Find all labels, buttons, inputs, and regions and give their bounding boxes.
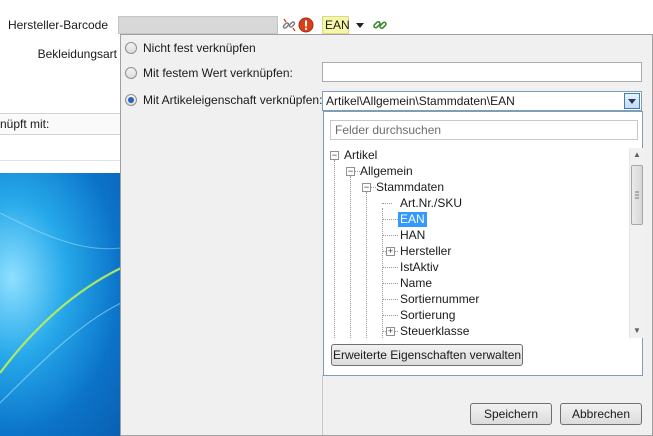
property-combo[interactable]: Artikel\Allgemein\Stammdaten\EAN xyxy=(322,91,642,111)
tree-node[interactable]: HAN xyxy=(400,228,425,243)
radio-fixed-value[interactable]: Mit festem Wert verknüpfen: xyxy=(125,65,293,81)
save-button[interactable]: Speichern xyxy=(470,403,552,425)
barcode-label: Hersteller-Barcode xyxy=(7,18,108,32)
tree-line xyxy=(350,176,351,338)
fixed-value-input[interactable] xyxy=(322,62,642,82)
manage-properties-button[interactable]: Erweiterte Eigenschaften verwalten xyxy=(331,344,523,366)
tree-line xyxy=(334,160,335,338)
expand-icon[interactable]: + xyxy=(386,247,395,256)
linked-label: nüpft mit: xyxy=(0,117,50,131)
link-popup: Nicht fest verknüpfen Mit festem Wert ve… xyxy=(120,34,653,436)
tree-line xyxy=(382,267,398,268)
tree-line xyxy=(366,192,367,338)
scroll-down-icon[interactable]: ▼ xyxy=(630,324,644,338)
combo-value: Artikel\Allgemein\Stammdaten\EAN xyxy=(326,94,515,108)
tree-node[interactable]: IstAktiv xyxy=(400,260,439,275)
tree-node-stammdaten[interactable]: Stammdaten xyxy=(376,180,444,195)
divider xyxy=(322,375,323,435)
cancel-button[interactable]: Abbrechen xyxy=(560,403,642,425)
radio-label: Nicht fest verknüpfen xyxy=(143,41,256,55)
combo-dropdown-button[interactable] xyxy=(624,93,640,109)
tree-scrollbar[interactable]: ▲ ▼ xyxy=(629,148,643,338)
radio-button[interactable] xyxy=(125,67,137,79)
collapse-icon[interactable]: − xyxy=(330,151,339,160)
tree-line xyxy=(382,235,398,236)
radio-label: Mit Artikeleigenschaft verknüpfen: xyxy=(143,93,323,107)
tree-node[interactable]: Art.Nr./SKU xyxy=(400,196,462,211)
ean-chip: EAN xyxy=(322,16,350,34)
radio-button-checked[interactable] xyxy=(125,94,137,106)
tree-node-selected[interactable]: EAN xyxy=(398,212,427,227)
clothing-label: Bekleidungsart xyxy=(37,47,117,61)
background-image xyxy=(0,173,121,436)
radio-button[interactable] xyxy=(125,42,137,54)
tree-line xyxy=(382,283,398,284)
tree-node[interactable]: Hersteller xyxy=(400,244,451,259)
tree-line xyxy=(382,203,392,204)
tree-node-allgemein[interactable]: Allgemein xyxy=(360,164,413,179)
tree-node[interactable]: Name xyxy=(400,276,432,291)
radio-no-link[interactable]: Nicht fest verknüpfen xyxy=(125,40,256,56)
collapse-icon[interactable]: − xyxy=(362,183,371,192)
tree-line xyxy=(382,219,398,220)
barcode-input[interactable] xyxy=(118,16,278,34)
property-tree: − Artikel − Allgemein − Stammdaten Art.N… xyxy=(330,148,625,338)
scrollbar-thumb[interactable] xyxy=(631,165,643,225)
radio-label: Mit festem Wert verknüpfen: xyxy=(143,66,293,80)
divider xyxy=(0,160,121,161)
tree-line xyxy=(382,315,398,316)
property-dropdown: Felder durchsuchen − Artikel − Allgemein xyxy=(323,111,643,376)
chevron-down-icon[interactable] xyxy=(354,18,366,35)
tree-line xyxy=(382,208,383,338)
tree-node[interactable]: Sortierung xyxy=(400,308,455,323)
collapse-icon[interactable]: − xyxy=(346,167,355,176)
tree-line xyxy=(382,299,398,300)
expand-icon[interactable]: + xyxy=(386,327,395,336)
chevron-down-icon xyxy=(628,99,636,104)
tree-node[interactable]: Sortiernummer xyxy=(400,292,479,307)
linked-strip: nüpft mit: xyxy=(0,113,121,135)
tree-node[interactable]: Steuerklasse xyxy=(400,324,469,339)
scroll-up-icon[interactable]: ▲ xyxy=(630,148,644,162)
radio-property-link[interactable]: Mit Artikeleigenschaft verknüpfen: xyxy=(125,92,322,108)
search-input[interactable]: Felder durchsuchen xyxy=(330,120,638,140)
tree-node-artikel[interactable]: Artikel xyxy=(344,148,377,163)
